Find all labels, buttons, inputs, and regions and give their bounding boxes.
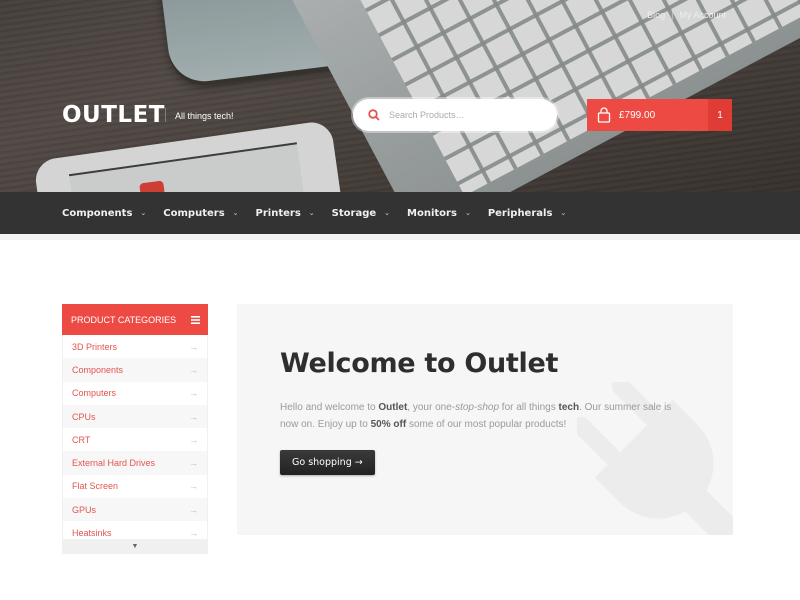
- arrow-right-icon: →: [189, 388, 198, 399]
- arrow-right-icon: →: [189, 341, 198, 352]
- category-item[interactable]: 3D Printers →: [63, 335, 207, 358]
- chevron-down-icon: ▼: [131, 543, 139, 550]
- site-logo[interactable]: OUTLET: [62, 102, 165, 128]
- nav-item-components[interactable]: Components ⌄: [62, 208, 146, 219]
- nav-item-peripherals[interactable]: Peripherals ⌄: [488, 208, 566, 219]
- welcome-text: Hello and welcome to Outlet, your one-st…: [280, 402, 672, 430]
- cart-total: £799.00: [619, 109, 656, 121]
- category-item[interactable]: GPUs →: [63, 498, 207, 522]
- category-item[interactable]: Components →: [63, 358, 207, 382]
- category-item[interactable]: Computers →: [63, 382, 207, 405]
- category-item[interactable]: CPUs →: [63, 404, 207, 429]
- nav-item-computers[interactable]: Computers ⌄: [163, 208, 238, 219]
- search-box[interactable]: [353, 99, 557, 131]
- category-item[interactable]: Flat Screen →: [63, 475, 207, 498]
- category-list[interactable]: 3D Printers → Components → Computers → CPUs…: [62, 335, 208, 539]
- nav-divider: [0, 234, 800, 240]
- chevron-down-icon: ⌄: [384, 209, 391, 217]
- show-more-categories-button[interactable]: ▼: [62, 539, 208, 554]
- my-account-link[interactable]: My Account: [679, 10, 726, 20]
- product-categories-widget: PRODUCT CATEGORIES 3D Printers → Componen…: [62, 304, 208, 554]
- header-banner: Blog | My Account OUTLET All things tech…: [0, 0, 800, 192]
- chevron-down-icon: ⌄: [308, 209, 315, 217]
- shopping-bag-icon: [597, 107, 611, 123]
- search-icon[interactable]: [367, 108, 381, 122]
- nav-item-storage[interactable]: Storage ⌄: [332, 208, 390, 219]
- site-tagline: All things tech!: [175, 111, 234, 121]
- category-item[interactable]: Heatsinks →: [63, 521, 207, 539]
- cart-count: 1: [708, 99, 732, 131]
- tagline-divider: [165, 108, 166, 122]
- chevron-down-icon: ⌄: [464, 209, 471, 217]
- chevron-down-icon: ⌄: [560, 209, 567, 217]
- product-categories-title: PRODUCT CATEGORIES: [71, 314, 177, 325]
- arrow-right-icon: →: [189, 364, 198, 375]
- arrow-right-icon: →: [189, 411, 198, 422]
- main-navigation: Components ⌄ Computers ⌄ Printers ⌄ Storage…: [0, 192, 800, 234]
- welcome-title: Welcome to Outlet: [280, 348, 559, 379]
- list-menu-icon[interactable]: [191, 315, 200, 324]
- category-item[interactable]: CRT →: [63, 428, 207, 451]
- chevron-down-icon: ⌄: [232, 209, 239, 217]
- blog-link[interactable]: Blog: [647, 10, 665, 20]
- arrow-right-icon: →: [189, 528, 198, 539]
- arrow-right-icon: →: [189, 504, 198, 515]
- arrow-right-icon: →: [189, 481, 198, 492]
- go-shopping-button[interactable]: Go shopping →: [280, 450, 375, 475]
- nav-item-monitors[interactable]: Monitors ⌄: [407, 208, 471, 219]
- product-categories-header[interactable]: PRODUCT CATEGORIES: [62, 304, 208, 335]
- category-item[interactable]: External Hard Drives →: [63, 451, 207, 475]
- arrow-right-icon: →: [189, 458, 198, 469]
- top-links: Blog | My Account: [647, 10, 726, 20]
- welcome-panel: Welcome to Outlet Hello and welcome to O…: [237, 304, 733, 535]
- nav-item-printers[interactable]: Printers ⌄: [256, 208, 315, 219]
- cart-button[interactable]: £799.00 1: [587, 99, 732, 131]
- search-input[interactable]: [389, 110, 539, 120]
- arrow-right-icon: →: [189, 434, 198, 445]
- chevron-down-icon: ⌄: [140, 209, 147, 217]
- top-links-separator: |: [671, 10, 674, 20]
